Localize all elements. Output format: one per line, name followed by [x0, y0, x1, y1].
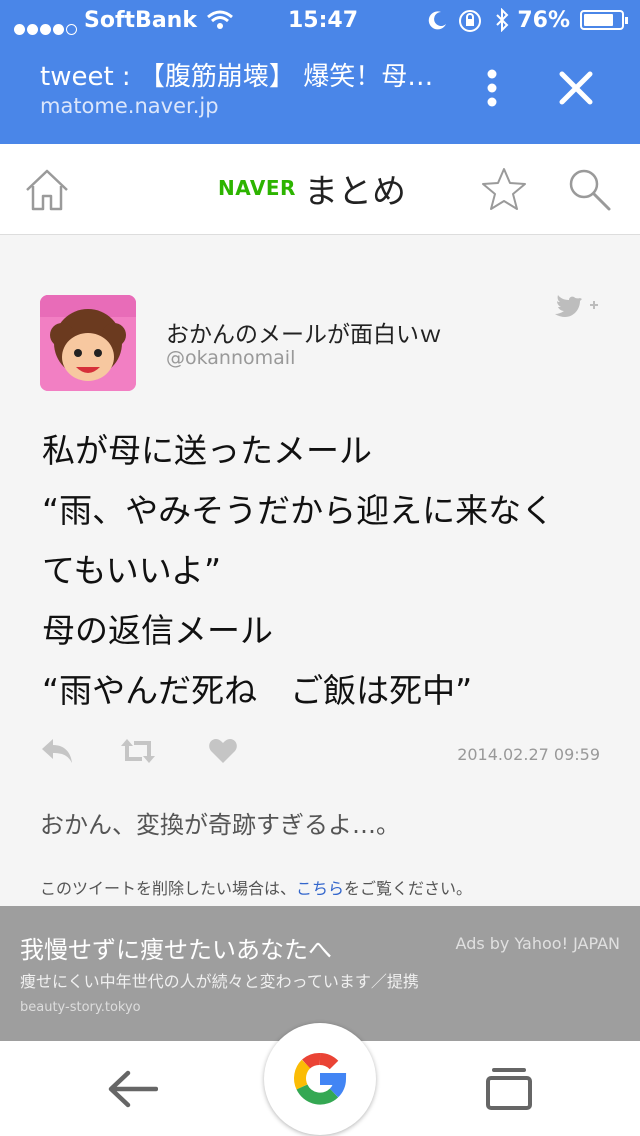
reply-icon[interactable]: [40, 735, 74, 767]
user-display-name[interactable]: おかんのメールが面白いｗ: [166, 315, 442, 349]
home-icon[interactable]: [24, 168, 70, 212]
wifi-icon: [207, 10, 233, 29]
curator-comment: おかん、変換が奇跡すぎるよ…。: [40, 811, 400, 839]
tabs-icon[interactable]: [486, 1067, 532, 1111]
more-options-button[interactable]: [478, 68, 506, 108]
ad-domain: beauty-story.tokyo: [20, 1000, 141, 1015]
tweet-line: 母の返信メール: [42, 611, 273, 650]
page-title: tweet : 【腹筋崩壊】 爆笑！母…: [40, 62, 434, 92]
bluetooth-icon: [496, 8, 509, 32]
browser-header: SoftBank 15:47 76% tweet : 【腹筋崩壊】 爆笑！母… …: [0, 0, 640, 144]
status-bar: SoftBank 15:47 76%: [0, 0, 640, 40]
google-g-icon: [294, 1053, 347, 1105]
user-handle[interactable]: @okannomail: [166, 347, 295, 369]
avatar[interactable]: [40, 295, 136, 391]
delete-notice-text-end: をご覧ください。: [344, 879, 473, 898]
tweet-line: “雨やんだ死ね ご飯は死中”: [42, 671, 473, 710]
matome-logo: まとめ: [304, 172, 406, 212]
battery-percent: 76%: [517, 8, 570, 33]
ad-description[interactable]: 痩せにくい中年世代の人が続々と変わっています／提携: [20, 968, 419, 992]
site-header: NAVER まとめ: [0, 144, 640, 235]
search-icon[interactable]: [566, 166, 612, 212]
retweet-icon[interactable]: [120, 737, 156, 765]
orientation-lock-icon: [459, 10, 481, 32]
arrow-left-icon[interactable]: [106, 1069, 158, 1109]
star-icon[interactable]: [480, 166, 528, 212]
google-search-button[interactable]: [264, 1023, 376, 1135]
close-icon: [559, 71, 593, 105]
tweet-timestamp[interactable]: 2014.02.27 09:59: [457, 745, 600, 764]
like-icon[interactable]: [208, 737, 238, 765]
moon-icon: [428, 11, 446, 30]
battery-icon: [580, 10, 628, 30]
signal-strength-icon: [14, 16, 79, 41]
bottom-nav: [0, 1023, 640, 1136]
page-url: matome.naver.jp: [40, 94, 219, 118]
delete-link[interactable]: こちら: [296, 879, 344, 898]
tweet-line: “雨、やみそうだから迎えに来なく: [42, 491, 555, 530]
more-vert-icon: [487, 69, 497, 107]
tweet-text: 私が母に送ったメール “雨、やみそうだから迎えに来なく てもいいよ” 母の返信メ…: [42, 421, 602, 721]
twitter-follow-icon[interactable]: [552, 293, 600, 319]
naver-logo: NAVER: [218, 176, 296, 200]
ad-title[interactable]: 我慢せずに痩せたいあなたへ: [20, 930, 332, 965]
ad-label: Ads by Yahoo! JAPAN: [455, 934, 620, 953]
tweet-card: おかんのメールが面白いｗ @okannomail 私が母に送ったメール “雨、や…: [0, 235, 640, 905]
tweet-line: てもいいよ”: [42, 551, 222, 590]
status-time: 15:47: [288, 8, 359, 33]
tweet-line: 私が母に送ったメール: [42, 431, 372, 470]
carrier-label: SoftBank: [84, 8, 197, 33]
avatar-image: [40, 295, 136, 391]
delete-notice-text: このツイートを削除したい場合は、: [40, 879, 297, 898]
close-button[interactable]: [554, 66, 598, 110]
ad-banner[interactable]: 我慢せずに痩せたいあなたへ Ads by Yahoo! JAPAN 痩せにくい中…: [0, 906, 640, 1041]
delete-notice: このツイートを削除したい場合は、こちらをご覧ください。: [40, 875, 472, 899]
